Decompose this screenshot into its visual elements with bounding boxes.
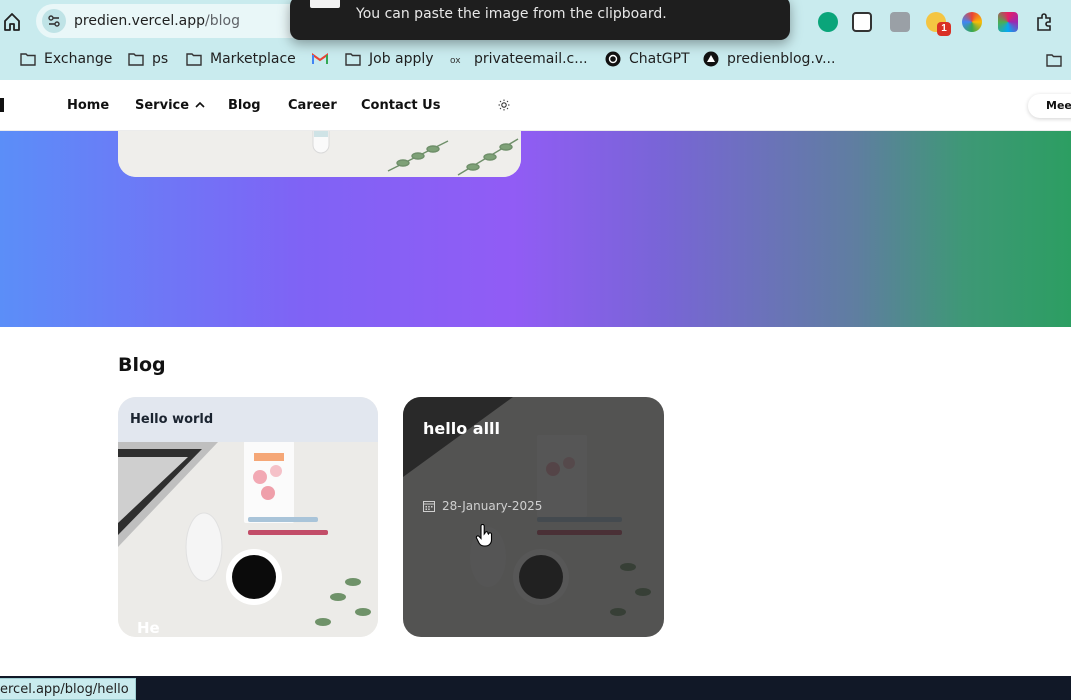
bookmark-ps[interactable]: ps: [128, 50, 168, 68]
qr-code-icon[interactable]: [852, 12, 872, 32]
bookmarks-bar: Exchange ps Marketplace Job apply ox pri…: [0, 44, 1071, 74]
privateemail-icon: ox: [450, 56, 461, 64]
desk-photo-illustration: [118, 131, 521, 177]
url-text: predien.vercel.app/blog: [74, 13, 240, 29]
toast-thumbnail: [310, 0, 340, 8]
bookmark-label: ps: [152, 51, 169, 67]
bookmark-gmail[interactable]: [312, 50, 336, 68]
profile-extension-icon[interactable]: [890, 12, 910, 32]
bookmark-privateemail[interactable]: ox privateemail.c...: [450, 50, 588, 68]
extension-badge: 1: [937, 22, 951, 36]
nav-home[interactable]: Home: [67, 98, 109, 113]
svg-text:ox: ox: [450, 56, 461, 64]
toast-message: You can paste the image from the clipboa…: [356, 6, 667, 22]
nav-contact[interactable]: Contact Us: [361, 98, 440, 113]
clipboard-toast: You can paste the image from the clipboa…: [290, 0, 790, 40]
url-host: predien.vercel.app: [74, 13, 206, 29]
bookmark-job-apply[interactable]: Job apply: [345, 50, 434, 68]
hand-pointer-cursor-icon: [475, 524, 493, 547]
home-icon[interactable]: [2, 8, 22, 34]
url-path: /blog: [205, 13, 240, 29]
nav-service[interactable]: Service: [135, 98, 205, 113]
card-title: hello alll: [423, 419, 501, 438]
logo-fragment[interactable]: [0, 98, 4, 112]
folder-icon: [20, 53, 36, 66]
blog-card-hello-alll[interactable]: hello alll 28-January-2025: [403, 397, 664, 637]
sun-theme-toggle-icon[interactable]: [498, 99, 510, 111]
nav-service-label: Service: [135, 98, 190, 113]
folder-icon: [345, 53, 361, 66]
bookmark-label: privateemail.c...: [474, 51, 588, 67]
hero-image-card: [118, 131, 521, 177]
folder-icon: [128, 53, 144, 66]
nav-blog[interactable]: Blog: [228, 98, 261, 113]
bookmark-predienblog[interactable]: predienblog.v...: [703, 50, 835, 68]
blog-section-heading: Blog: [118, 354, 166, 376]
bookmark-label: Exchange: [44, 51, 113, 67]
link-status-bubble: ercel.app/blog/hello: [0, 678, 136, 700]
bookmark-label: Marketplace: [210, 51, 296, 67]
bookmark-chatgpt[interactable]: ChatGPT: [605, 50, 690, 68]
card-title: Hello world: [130, 412, 214, 427]
color-picker-extension-icon[interactable]: [962, 12, 982, 32]
bookmark-label: ChatGPT: [629, 51, 690, 67]
extension-refresh-icon[interactable]: [818, 12, 838, 32]
site-settings-icon[interactable]: [42, 9, 66, 33]
card-date: 28-January-2025: [442, 499, 543, 513]
bookmark-label: Job apply: [369, 51, 434, 67]
multicolor-extension-icon[interactable]: [998, 12, 1018, 32]
folder-icon: [186, 53, 202, 66]
gmail-icon: [312, 53, 328, 64]
other-bookmarks-folder[interactable]: [1046, 51, 1070, 69]
vercel-icon: [703, 51, 719, 67]
meet-button[interactable]: Mee: [1028, 94, 1071, 118]
card-overlay-title: He: [137, 619, 160, 637]
puzzle-extensions-icon[interactable]: [1034, 12, 1054, 32]
chevron-up-icon: [195, 101, 205, 108]
bookmark-label: predienblog.v...: [727, 51, 836, 67]
site-header: Home Service Blog Career Contact Us: [0, 80, 1071, 131]
folder-icon: [1046, 54, 1062, 67]
bookmark-marketplace[interactable]: Marketplace: [186, 50, 296, 68]
chatgpt-icon: [605, 51, 621, 67]
blog-card-hello-world[interactable]: Hello world He: [118, 397, 378, 637]
nav-career[interactable]: Career: [288, 98, 337, 113]
bookmark-exchange[interactable]: Exchange: [20, 50, 112, 68]
site-footer: [0, 676, 1071, 700]
browser-chrome: predien.vercel.app/blog 1 You can paste …: [0, 0, 1071, 80]
calendar-icon: [423, 501, 435, 512]
